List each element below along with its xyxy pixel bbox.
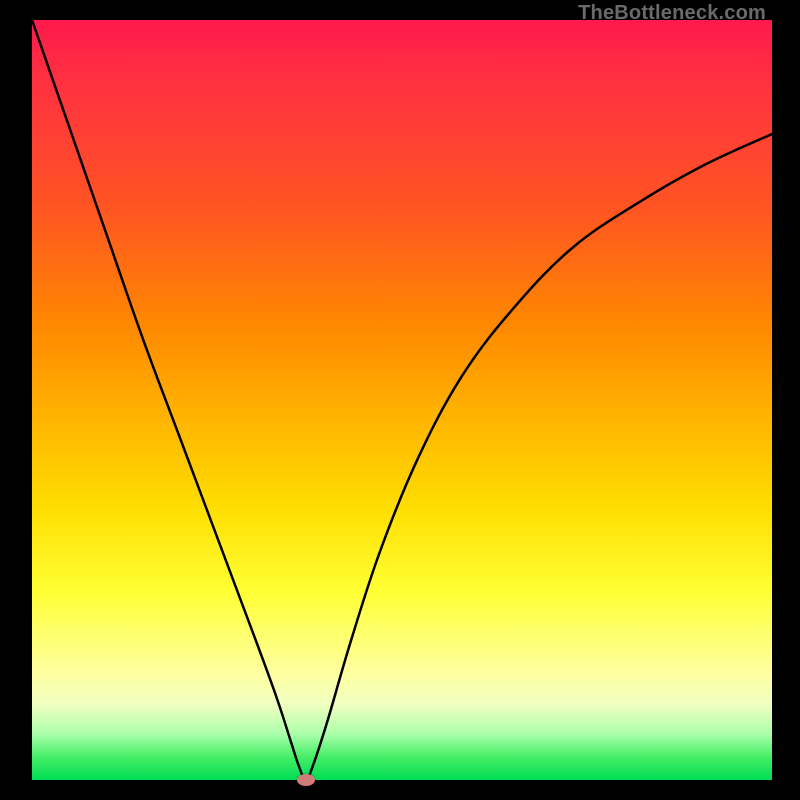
- optimum-marker: [297, 774, 315, 786]
- chart-frame: TheBottleneck.com: [0, 0, 800, 800]
- plot-area: [32, 20, 772, 780]
- curve-svg: [32, 20, 772, 780]
- watermark-text: TheBottleneck.com: [578, 2, 766, 25]
- bottleneck-curve: [32, 20, 772, 780]
